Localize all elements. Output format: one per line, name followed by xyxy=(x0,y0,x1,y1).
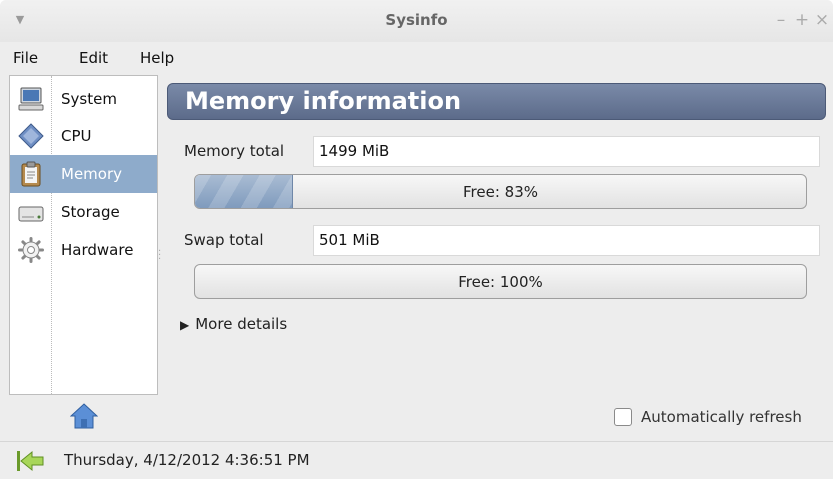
menu-edit[interactable]: Edit xyxy=(79,49,108,67)
page-title-banner: Memory information xyxy=(167,83,826,120)
sidebar-item-storage[interactable]: Storage xyxy=(10,193,157,231)
back-arrow-icon[interactable] xyxy=(16,449,44,473)
gear-icon xyxy=(18,237,44,263)
swap-total-value: 501 MiB xyxy=(313,225,820,256)
sysinfo-window: ▼ Sysinfo – + × File Edit Help System CP… xyxy=(0,0,833,479)
sidebar-item-hardware[interactable]: Hardware xyxy=(10,231,157,269)
sidebar-item-label: Storage xyxy=(61,203,120,221)
sidebar-item-label: Memory xyxy=(61,165,123,183)
title-bar[interactable]: ▼ Sysinfo – + × xyxy=(0,0,833,42)
swap-total-label: Swap total xyxy=(184,231,264,249)
sidebar-item-system[interactable]: System xyxy=(10,80,157,118)
sidebar-item-cpu[interactable]: CPU xyxy=(10,117,157,155)
sidebar-item-label: Hardware xyxy=(61,241,134,259)
menu-help[interactable]: Help xyxy=(140,49,174,67)
swap-progress-bar: Free: 100% xyxy=(194,264,807,299)
auto-refresh-label[interactable]: Automatically refresh xyxy=(641,408,802,426)
swap-progress-text: Free: 100% xyxy=(458,273,543,291)
memory-progress-text: Free: 83% xyxy=(463,183,538,201)
menu-file[interactable]: File xyxy=(13,49,38,67)
status-bar: Thursday, 4/12/2012 4:36:51 PM xyxy=(0,441,833,479)
home-icon[interactable] xyxy=(70,402,98,430)
page-title: Memory information xyxy=(185,87,462,115)
memory-total-label: Memory total xyxy=(184,142,285,160)
sidebar-item-memory[interactable]: Memory xyxy=(10,155,157,193)
drive-icon xyxy=(18,206,44,222)
pane-resize-grip[interactable]: · · · xyxy=(158,247,164,266)
cpu-icon xyxy=(18,123,44,149)
clipboard-icon xyxy=(21,161,41,187)
close-button[interactable]: × xyxy=(813,10,831,30)
window-title: Sysinfo xyxy=(385,11,448,29)
more-details-expander[interactable]: ▶ More details xyxy=(180,315,287,333)
auto-refresh-checkbox[interactable] xyxy=(614,408,632,426)
maximize-button[interactable]: + xyxy=(793,10,811,30)
menu-bar: File Edit Help xyxy=(0,42,833,74)
sidebar-item-label: System xyxy=(61,90,117,108)
sidebar-list[interactable]: System CPU Memory Storage Hardware xyxy=(9,75,158,395)
memory-progress-bar: Free: 83% xyxy=(194,174,807,209)
minimize-button[interactable]: – xyxy=(772,10,790,30)
more-details-label: More details xyxy=(195,315,288,333)
sidebar-item-label: CPU xyxy=(61,127,92,145)
monitor-icon xyxy=(18,87,44,111)
expand-triangle-icon: ▶ xyxy=(180,318,190,332)
status-timestamp: Thursday, 4/12/2012 4:36:51 PM xyxy=(64,451,310,469)
memory-total-value: 1499 MiB xyxy=(313,136,820,167)
